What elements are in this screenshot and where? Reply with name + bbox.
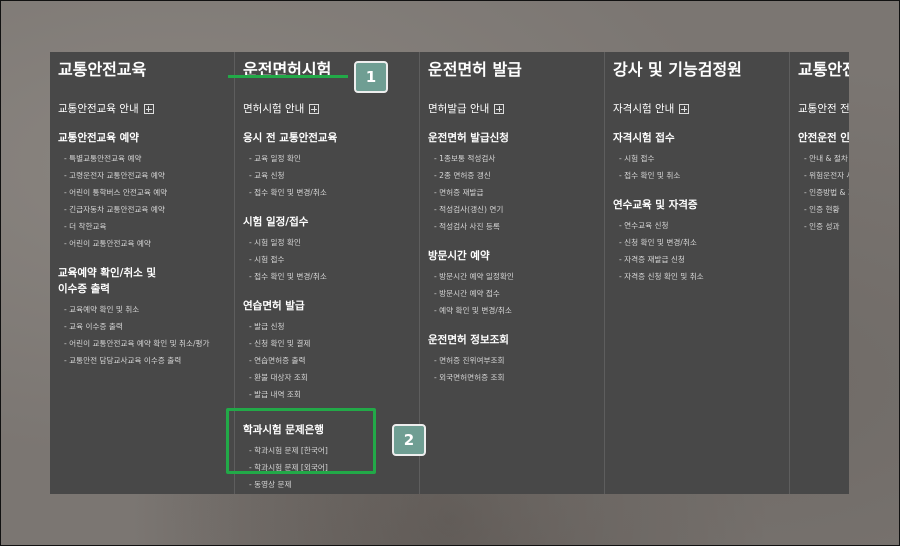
step-badge-2: 2 [392, 424, 426, 456]
section-title[interactable]: 연수교육 및 자격증 [613, 197, 789, 213]
menu-item[interactable]: - 어린이 교통안전교육 예약 확인 및 취소/평가 [58, 335, 214, 352]
menu-item[interactable]: - 교통안전 담당교사교육 이수증 출력 [58, 352, 234, 369]
menu-section: 운전면허 정보조회 - 면허증 진위여부조회 - 외국면허면허증 조회 [428, 332, 604, 386]
section-title[interactable]: 시험 일정/접수 [243, 214, 419, 230]
guide-label: 교통안전 전 [798, 103, 849, 115]
menu-item[interactable]: - 면허증 재발급 [428, 184, 604, 201]
guide-link[interactable]: 자격시험 안내 [613, 102, 789, 116]
mega-menu: 교통안전교육 교통안전교육 안내 교통안전교육 예약 - 특별교통안전교육 예약… [50, 52, 849, 494]
menu-item[interactable]: - 예약 확인 및 변경/취소 [428, 302, 604, 319]
guide-label: 면허시험 안내 [243, 103, 305, 115]
menu-column-traffic-safety-education: 교통안전교육 교통안전교육 안내 교통안전교육 예약 - 특별교통안전교육 예약… [50, 52, 235, 494]
menu-column-license-issuance: 운전면허 발급 면허발급 안내 운전면허 발급신청 - 1종보통 적성검사 - … [420, 52, 605, 494]
section-title[interactable]: 응시 전 교통안전교육 [243, 130, 419, 146]
plus-icon [143, 104, 154, 114]
section-title[interactable]: 안전운전 인 [798, 130, 849, 146]
section-title[interactable]: 방문시간 예약 [428, 248, 604, 264]
menu-section: 시험 일정/접수 - 시험 일정 확인 - 시험 접수 - 접수 확인 및 변경… [243, 214, 419, 285]
menu-section: 자격시험 접수 - 시험 접수 - 접수 확인 및 취소 [613, 130, 789, 184]
highlight-box [226, 408, 376, 474]
menu-item[interactable]: - 교육 일정 확인 [243, 150, 419, 167]
menu-item[interactable]: - 방문시간 예약 일정확인 [428, 268, 604, 285]
menu-item[interactable]: - 동영상 문제 [243, 476, 419, 493]
menu-section: 교통안전교육 예약 - 특별교통안전교육 예약 - 고령운전자 교통안전교육 예… [58, 130, 234, 252]
guide-link[interactable]: 교통안전교육 안내 [58, 102, 234, 116]
menu-item[interactable]: - 신청 확인 및 변경/취소 [613, 234, 789, 251]
menu-item[interactable]: - 시험 접수 [613, 150, 789, 167]
column-title[interactable]: 운전면허 발급 [428, 60, 604, 88]
column-title[interactable]: 교통안전교육 [58, 60, 234, 88]
menu-section: 운전면허 발급신청 - 1종보통 적성검사 - 2종 면허증 갱신 - 면허증 … [428, 130, 604, 235]
menu-item[interactable]: - 자격증 재발급 신청 [613, 251, 789, 268]
menu-item[interactable]: - 어린이 통학버스 안전교육 예약 [58, 184, 234, 201]
guide-label: 면허발급 안내 [428, 103, 490, 115]
column-title[interactable]: 운전면허시험 [243, 60, 353, 88]
menu-section: 연습면허 발급 - 발급 신청 - 신청 확인 및 결제 - 연습면허증 출력 … [243, 298, 419, 403]
menu-item[interactable]: - 고령운전자 교통안전교육 예약 [58, 167, 234, 184]
menu-section: 응시 전 교통안전교육 - 교육 일정 확인 - 교육 신청 - 접수 확인 및… [243, 130, 419, 201]
menu-item[interactable]: - 1종보통 적성검사 [428, 150, 604, 167]
menu-item[interactable]: - 적성검사 사진 등록 [428, 218, 604, 235]
section-title[interactable]: 교통안전교육 예약 [58, 130, 234, 146]
menu-item[interactable]: - 특별교통안전교육 예약 [58, 150, 234, 167]
menu-section: 방문시간 예약 - 방문시간 예약 일정확인 - 방문시간 예약 접수 - 예약… [428, 248, 604, 319]
menu-item[interactable]: - 인증 성과 [798, 218, 849, 235]
menu-item[interactable]: - 연수교육 신청 [613, 217, 789, 234]
menu-item[interactable]: - 발급 신청 [243, 318, 419, 335]
menu-item[interactable]: - 발급 내역 조회 [243, 386, 419, 403]
menu-item[interactable]: - 안내 & 절차 [798, 150, 849, 167]
menu-item[interactable]: - 적성검사(갱신) 연기 [428, 201, 604, 218]
menu-item[interactable]: - 더 착한교육 [58, 218, 234, 235]
guide-link[interactable]: 교통안전 전 [798, 102, 849, 116]
column-title[interactable]: 강사 및 기능검정원 [613, 60, 789, 88]
menu-section: 교육예약 확인/취소 및 이수증 출력 - 교육예약 확인 및 취소 - 교육 이… [58, 265, 234, 369]
menu-item[interactable]: - 긴급자동차 교통안전교육 예약 [58, 201, 234, 218]
menu-section: 연수교육 및 자격증 - 연수교육 신청 - 신청 확인 및 변경/취소 - 자… [613, 197, 789, 285]
column-title[interactable]: 교통안전 [798, 60, 849, 88]
menu-item[interactable]: - 시험 접수 [243, 251, 419, 268]
menu-item[interactable]: - 외국면허면허증 조회 [428, 369, 604, 386]
menu-item[interactable]: - 2종 면허증 갱신 [428, 167, 604, 184]
menu-item[interactable]: - 시험 일정 확인 [243, 234, 419, 251]
menu-item[interactable]: - 자격증 신청 확인 및 취소 [613, 268, 789, 285]
menu-column-traffic-safety-clipped: 교통안전 교통안전 전 안전운전 인 - 안내 & 절차 - 위험운전자 사 -… [790, 52, 849, 494]
menu-item[interactable]: - 어린이 교통안전교육 예약 [58, 235, 234, 252]
menu-item[interactable]: - 접수 확인 및 변경/취소 [243, 184, 419, 201]
section-title[interactable]: 연습면허 발급 [243, 298, 419, 314]
guide-label: 교통안전교육 안내 [58, 103, 139, 115]
section-title[interactable]: 교육예약 확인/취소 및 이수증 출력 [58, 265, 234, 297]
menu-item[interactable]: - 인증 현황 [798, 201, 849, 218]
menu-item[interactable]: - 접수 확인 및 변경/취소 [243, 268, 419, 285]
step-badge-1: 1 [354, 61, 388, 93]
menu-section: 안전운전 인 - 안내 & 절차 - 위험운전자 사 - 인증방법 & 기 - … [798, 130, 849, 235]
menu-item[interactable]: - 위험운전자 사 [798, 167, 849, 184]
menu-column-instructor-examiner: 강사 및 기능검정원 자격시험 안내 자격시험 접수 - 시험 접수 - 접수 … [605, 52, 790, 494]
guide-link[interactable]: 면허시험 안내 [243, 102, 419, 116]
section-title[interactable]: 운전면허 발급신청 [428, 130, 604, 146]
plus-icon [494, 104, 505, 114]
guide-link[interactable]: 면허발급 안내 [428, 102, 604, 116]
menu-item[interactable]: - 방문시간 예약 접수 [428, 285, 604, 302]
menu-item[interactable]: - 연습면허증 출력 [243, 352, 419, 369]
section-title[interactable]: 운전면허 정보조회 [428, 332, 604, 348]
menu-item[interactable]: - 인증방법 & 기 [798, 184, 849, 201]
menu-item[interactable]: - 환불 대상자 조회 [243, 369, 419, 386]
menu-item[interactable]: - 신청 확인 및 결제 [243, 335, 419, 352]
plus-icon [679, 104, 690, 114]
guide-label: 자격시험 안내 [613, 103, 675, 115]
menu-item[interactable]: - 접수 확인 및 취소 [613, 167, 789, 184]
menu-item[interactable]: - 교육 신청 [243, 167, 419, 184]
section-title[interactable]: 자격시험 접수 [613, 130, 789, 146]
plus-icon [309, 104, 320, 114]
menu-item[interactable]: - 교육예약 확인 및 취소 [58, 301, 234, 318]
menu-item[interactable]: - 면허증 진위여부조회 [428, 352, 604, 369]
highlight-underline [228, 75, 348, 78]
menu-item[interactable]: - 교육 이수증 출력 [58, 318, 234, 335]
